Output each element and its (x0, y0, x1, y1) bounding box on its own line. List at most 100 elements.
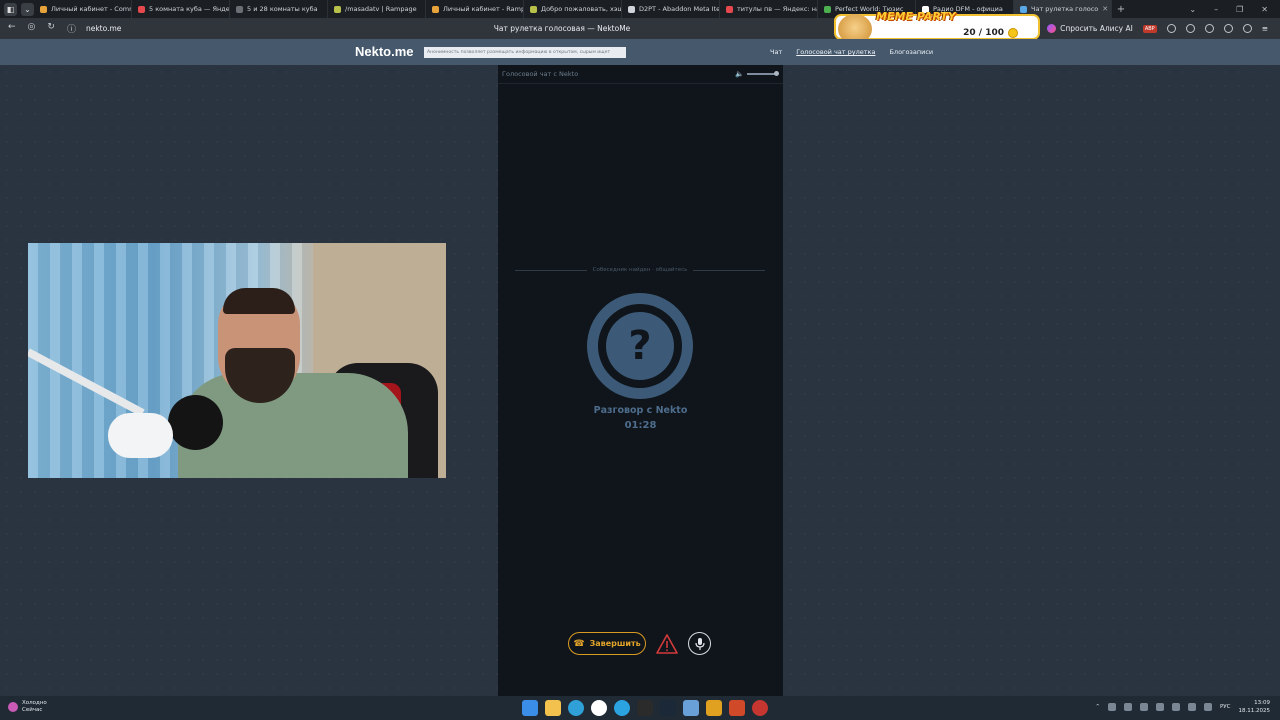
file-explorer-icon[interactable] (545, 700, 561, 716)
tab-favicon-icon (40, 5, 47, 13)
adblock-icon[interactable]: ABP (1142, 24, 1157, 33)
system-tray: ⌃ РУС 13:09 18.11.2025 (1095, 699, 1270, 715)
coin-icon (1008, 28, 1018, 38)
extension-icon[interactable] (1166, 24, 1176, 33)
volume-icon[interactable] (1203, 703, 1212, 711)
tray-icon[interactable] (1171, 703, 1180, 711)
question-mark-icon: ? (606, 312, 674, 380)
tab-favicon-icon (726, 5, 733, 13)
new-tab-button[interactable]: + (1112, 4, 1130, 15)
close-window-icon[interactable]: ✕ (1261, 5, 1268, 14)
browser-tab[interactable]: Личный кабинет - Ramp (426, 0, 524, 18)
tab-label: Личный кабинет - Ramp (443, 5, 524, 13)
meme-party-overlay: MEME PARTY 20 / 100 (834, 10, 1040, 44)
network-icon[interactable] (1187, 703, 1196, 711)
steam-icon[interactable] (660, 700, 676, 716)
extensions-puzzle-icon[interactable] (1204, 24, 1214, 33)
browser-tab[interactable]: титулы пв — Яндекс: най (720, 0, 818, 18)
chat-header: Голосовой чат с Nekto 🔈 (498, 65, 783, 84)
tray-chevron-icon[interactable]: ⌃ (1095, 704, 1100, 710)
minimize-icon[interactable]: – (1214, 5, 1218, 14)
app-icon-3[interactable] (706, 700, 722, 716)
mute-microphone-button[interactable] (688, 632, 711, 655)
tab-label: D2PT - Abaddon Meta Ite (639, 5, 720, 13)
sidebar-toggle-icon[interactable]: ◧ (4, 2, 17, 16)
window-controls: ⌄ – ❐ ✕ (1189, 5, 1280, 14)
tab-favicon-icon (824, 5, 831, 13)
call-timer: 01:28 (624, 420, 657, 431)
site-logo[interactable]: Nekto.me (355, 44, 414, 59)
browser-tab[interactable]: /masadatv | Rampage (328, 0, 426, 18)
microphone-windscreen (168, 395, 223, 450)
language-indicator[interactable]: РУС (1220, 704, 1231, 710)
app-icon-5[interactable] (752, 700, 768, 716)
tab-favicon-icon (432, 5, 439, 13)
tab-favicon-icon (530, 5, 537, 13)
partner-avatar: ? (587, 293, 693, 399)
meme-party-title: MEME PARTY (876, 10, 956, 23)
browser-tab[interactable]: 5 и 28 комнаты куба (230, 0, 328, 18)
tab-label: /masadatv | Rampage (345, 5, 417, 13)
edge-icon[interactable] (568, 700, 584, 716)
tab-favicon-icon (1020, 5, 1027, 13)
address-bar: Чат рулетка голосовая — NektoMe ← ◎ ↻ ⓘ … (0, 18, 1280, 39)
tab-menu-chevron-icon[interactable]: ⌄ (21, 2, 34, 16)
webcam-feed (28, 243, 446, 478)
browser-tab[interactable]: Личный кабинет - Comm (34, 0, 132, 18)
warning-icon (656, 633, 678, 654)
weather-widget[interactable]: Холодно Сейчас (8, 700, 47, 714)
media-icon[interactable] (1223, 24, 1233, 33)
app-icon-4[interactable] (729, 700, 745, 716)
volume-control[interactable]: 🔈 (735, 70, 779, 78)
browser-tab[interactable]: D2PT - Abaddon Meta Ite (622, 0, 720, 18)
menu-icon[interactable]: ≡ (1262, 24, 1268, 33)
tab-favicon-icon (334, 5, 341, 13)
nav-link-voice-chat[interactable]: Голосовой чат рулетка (796, 48, 875, 56)
site-nav: Чат Голосовой чат рулетка Блогозаписи (770, 48, 933, 56)
volume-slider[interactable] (747, 71, 779, 76)
tab-favicon-icon (236, 5, 243, 13)
nav-link-chat[interactable]: Чат (770, 48, 782, 56)
browser-tab-strip: ◧ ⌄ Личный кабинет - Comm 5 комната куба … (0, 0, 1280, 18)
report-button[interactable] (654, 632, 680, 655)
talking-with-label: Разговор с Nekto (593, 405, 688, 416)
phone-hangup-icon: ☎ (573, 638, 585, 649)
tray-icon[interactable] (1155, 703, 1164, 711)
partner-found-banner: Собеседник найден · общайтесь (515, 267, 765, 273)
meme-counter: 20 / 100 (963, 28, 1018, 38)
profile-icon[interactable] (1185, 24, 1195, 33)
tab-label: титулы пв — Яндекс: най (737, 5, 818, 13)
tab-search-icon[interactable]: ⌄ (1189, 5, 1196, 14)
close-tab-icon[interactable]: ✕ (1102, 5, 1108, 13)
site-header: Nekto.me Анонимность позволяет размещать… (0, 39, 1280, 65)
browser-tab[interactable]: Добро пожаловать, хэше (524, 0, 622, 18)
tab-favicon-icon (138, 5, 145, 13)
microphone-icon (694, 637, 705, 650)
tab-label: 5 комната куба — Яндекс (149, 5, 230, 13)
restore-icon[interactable]: ❐ (1236, 5, 1243, 14)
site-notice: Анонимность позволяет размещать информац… (424, 47, 626, 58)
end-call-button[interactable]: ☎ Завершить (568, 632, 646, 655)
voice-chat-panel: Голосовой чат с Nekto 🔈 Собеседник найде… (498, 65, 783, 696)
tab-favicon-icon (628, 5, 635, 13)
downloads-icon[interactable] (1242, 24, 1252, 33)
tray-icon[interactable] (1139, 703, 1148, 711)
call-controls: ☎ Завершить (568, 632, 711, 655)
tray-icon[interactable] (1107, 703, 1116, 711)
browser-system-buttons: ◧ ⌄ (0, 0, 34, 18)
app-icon-2[interactable] (683, 700, 699, 716)
tab-label: Личный кабинет - Comm (51, 5, 132, 13)
nav-link-blog[interactable]: Блогозаписи (889, 48, 933, 56)
windows-taskbar: Холодно Сейчас ⌃ РУС 13:09 18.11.2025 (0, 696, 1280, 720)
tray-icon[interactable] (1123, 703, 1132, 711)
speaker-icon[interactable]: 🔈 (735, 70, 744, 78)
yandex-browser-icon[interactable] (591, 700, 607, 716)
app-icon[interactable] (637, 700, 653, 716)
browser-tab[interactable]: 5 комната куба — Яндекс (132, 0, 230, 18)
tab-label: Чат рулетка голосо (1031, 5, 1099, 13)
microphone (108, 413, 173, 458)
start-icon[interactable] (522, 700, 538, 716)
clock[interactable]: 13:09 18.11.2025 (1239, 699, 1271, 715)
telegram-icon[interactable] (614, 700, 630, 716)
tab-label: 5 и 28 комнаты куба (247, 5, 318, 13)
